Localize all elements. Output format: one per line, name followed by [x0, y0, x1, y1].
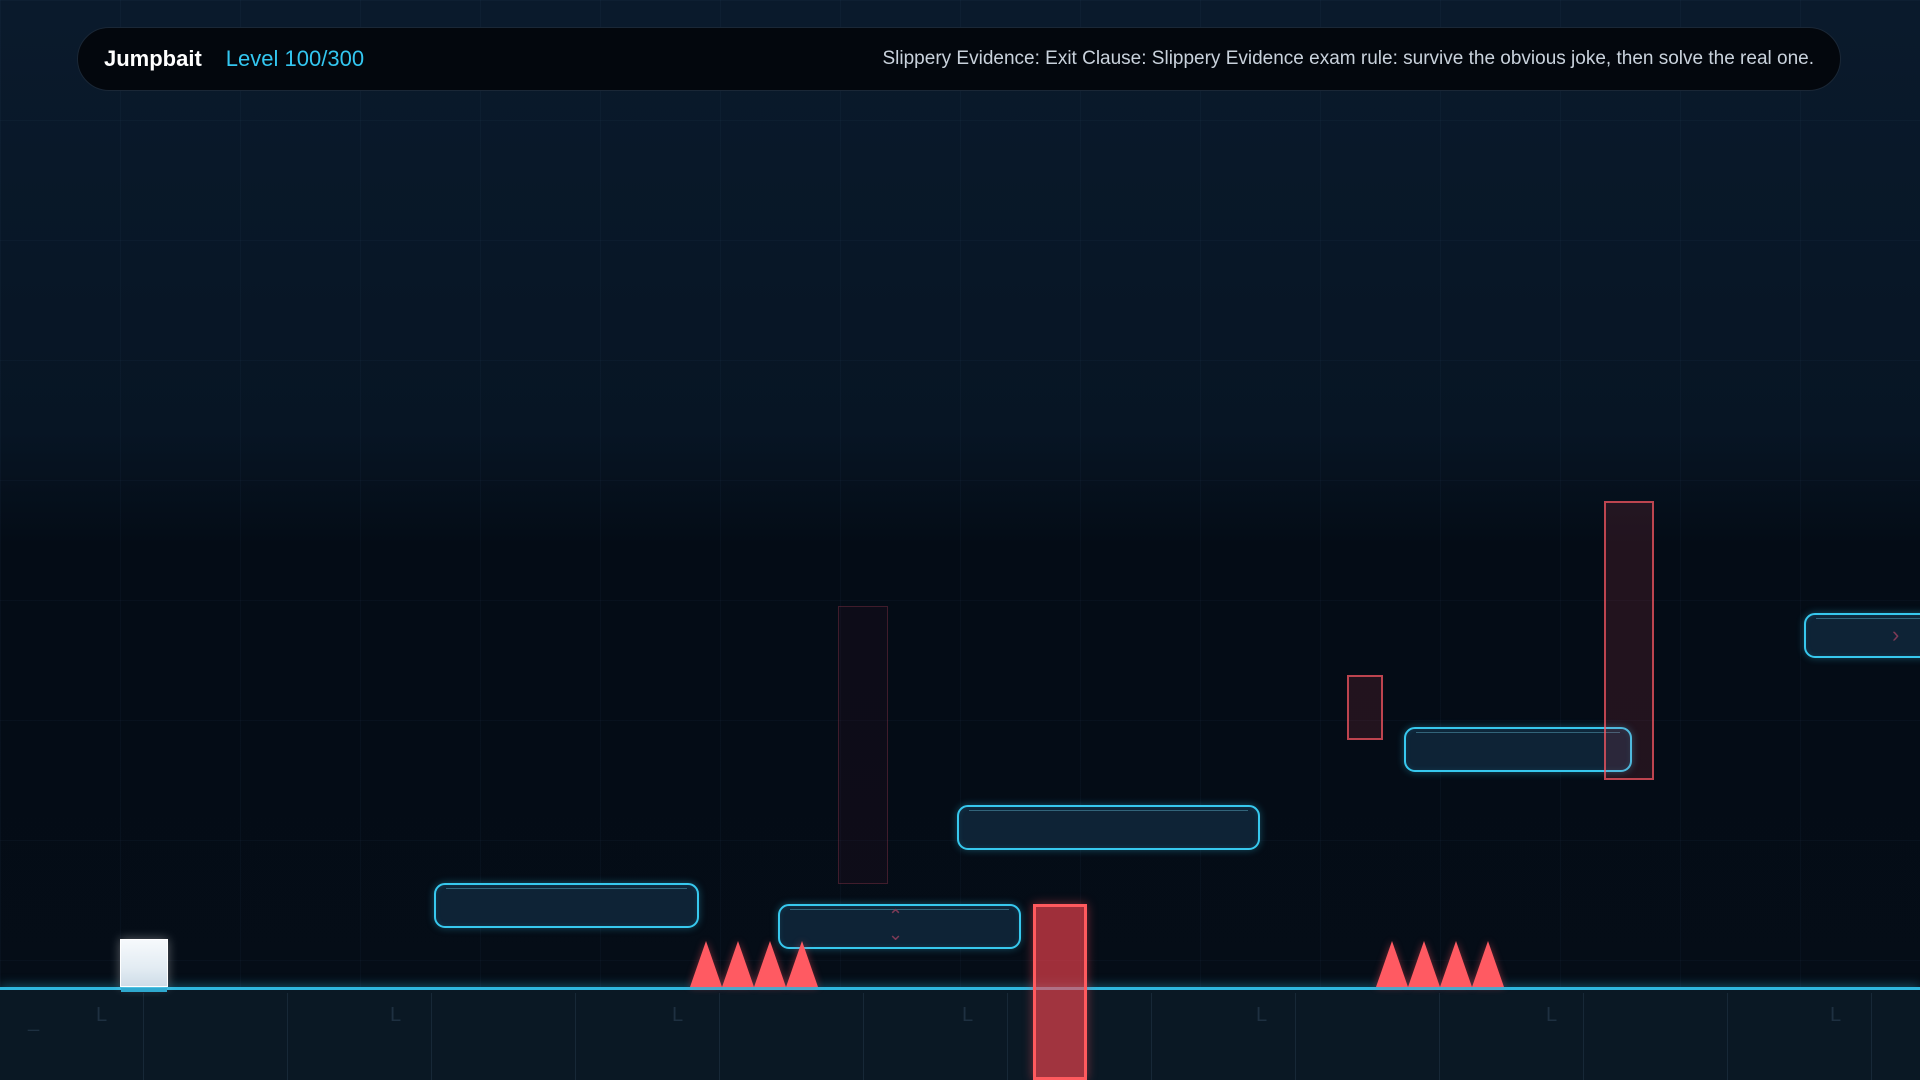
ground-divider: [1583, 993, 1584, 1080]
game-stage[interactable]: Jumpbait Level 100/300 Slippery Evidence…: [0, 0, 1920, 1080]
level-indicator: Level 100/300: [226, 46, 364, 72]
ground: _ L L L L L L L: [0, 987, 1920, 1080]
spike-hazard: [722, 941, 754, 987]
spike-hazard: [1472, 941, 1504, 987]
moving-platform-horizontal: ›: [1804, 613, 1920, 658]
ground-divider: [1295, 993, 1296, 1080]
ground-divider: [431, 993, 432, 1080]
ground-divider: [1007, 993, 1008, 1080]
ground-divider: [143, 993, 144, 1080]
ground-marking: L: [96, 1004, 108, 1026]
spike-hazard: [1376, 941, 1408, 987]
ground-divider: [1151, 993, 1152, 1080]
level-description: Slippery Evidence: Exit Clause: Slippery…: [882, 48, 1815, 69]
ground-divider: [863, 993, 864, 1080]
ground-divider: [719, 993, 720, 1080]
ground-marking: L: [1830, 1004, 1842, 1026]
ground-marking: L: [1256, 1004, 1268, 1026]
ground-marking: L: [1546, 1004, 1558, 1026]
platform: [957, 805, 1260, 850]
platform: [1404, 727, 1632, 772]
ground-divider: [287, 993, 288, 1080]
ground-marking: L: [962, 1004, 974, 1026]
ground-divider: [575, 993, 576, 1080]
hazard-pillar: [1033, 904, 1087, 1080]
hud-bar: Jumpbait Level 100/300 Slippery Evidence…: [77, 27, 1841, 91]
hazard-small-block: [1347, 675, 1383, 740]
spike-hazard: [690, 941, 722, 987]
ground-divider: [1727, 993, 1728, 1080]
player-cube[interactable]: [120, 939, 168, 992]
platform: [434, 883, 699, 928]
chevron-right-icon: ›: [1892, 622, 1900, 647]
ground-marking: _: [28, 1010, 40, 1032]
game-title: Jumpbait: [104, 46, 202, 71]
up-down-arrows-icon: ⌃ ⌄: [888, 906, 904, 944]
spike-hazard: [1408, 941, 1440, 987]
ground-marking: L: [390, 1004, 402, 1026]
level-total: 300: [327, 46, 365, 71]
spike-hazard: [786, 941, 818, 987]
level-prefix: Level: [225, 46, 279, 71]
spike-hazard: [1440, 941, 1472, 987]
ground-marking: L: [672, 1004, 684, 1026]
spike-hazard: [754, 941, 786, 987]
hazard-tall-pillar: [1604, 501, 1654, 780]
ground-divider: [1871, 993, 1872, 1080]
ground-divider: [1439, 993, 1440, 1080]
level-current: 100: [284, 46, 322, 71]
ghost-pillar: [838, 606, 888, 884]
